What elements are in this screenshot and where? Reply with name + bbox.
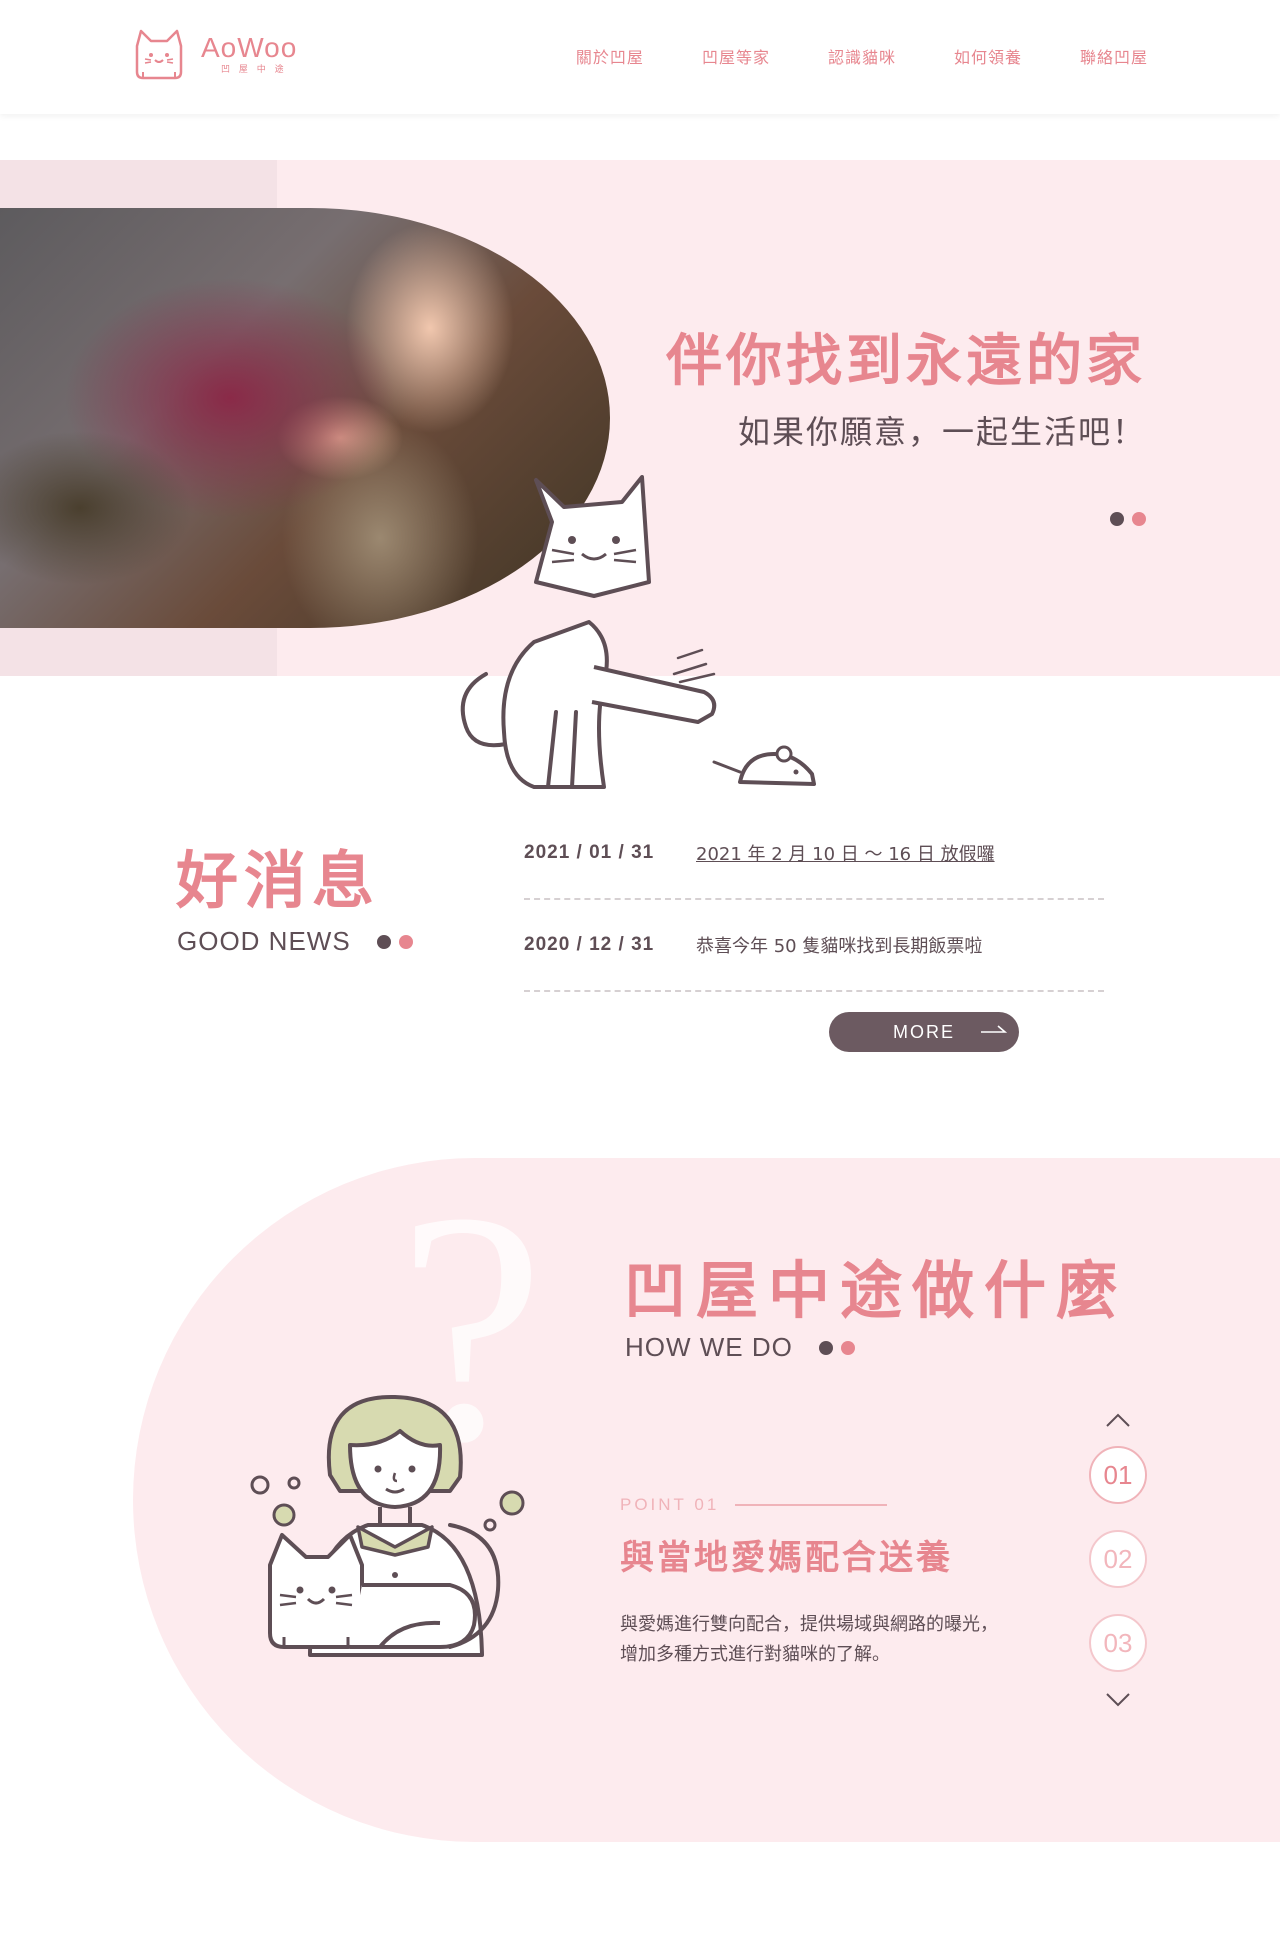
nav-how-to-adopt[interactable]: 如何領養 bbox=[954, 44, 1022, 68]
more-button-label: MORE bbox=[893, 1021, 955, 1042]
hero-subtitle: 如果你願意，一起生活吧！ bbox=[737, 413, 1146, 451]
slider-dot-1[interactable] bbox=[1110, 512, 1124, 526]
point-description: 與愛媽進行雙向配合，提供場域與網路的曝光， 增加多種方式進行對貓咪的了解。 bbox=[620, 1610, 1060, 1670]
hero-title: 伴你找到永遠的家 bbox=[666, 329, 1146, 394]
pager-item-03[interactable]: 03 bbox=[1089, 1614, 1147, 1672]
pager-item-02[interactable]: 02 bbox=[1089, 1530, 1147, 1588]
pager-item-01[interactable]: 01 bbox=[1089, 1446, 1147, 1504]
how-subtitle-row: HOW WE DO bbox=[625, 1332, 855, 1363]
news-list: 2021 / 01 / 31 2021 年 2 月 10 日 ～ 16 日 放假… bbox=[524, 808, 1104, 992]
news-item: 2020 / 12 / 31 恭喜今年 50 隻貓咪找到長期飯票啦 bbox=[524, 900, 1104, 992]
dot-dark bbox=[818, 1340, 833, 1355]
point-label-line bbox=[735, 1504, 888, 1506]
nav-waiting-cats[interactable]: 凹屋等家 bbox=[702, 44, 770, 68]
dot-dark bbox=[376, 934, 391, 949]
nav-contact[interactable]: 聯絡凹屋 bbox=[1080, 44, 1148, 68]
logo-subtitle: 凹 屋 中 途 bbox=[221, 65, 287, 75]
more-button[interactable]: MORE bbox=[829, 1012, 1019, 1052]
slider-dot-2[interactable] bbox=[1132, 512, 1146, 526]
point-desc-line-2: 增加多種方式進行對貓咪的了解。 bbox=[620, 1644, 890, 1665]
nav-about[interactable]: 關於凹屋 bbox=[576, 44, 644, 68]
point-label: POINT 01 bbox=[620, 1495, 888, 1515]
logo-name: AoWoo bbox=[201, 32, 298, 63]
cat-logo-icon bbox=[135, 29, 183, 80]
news-date: 2020 / 12 / 31 bbox=[524, 934, 655, 955]
point-label-text: POINT 01 bbox=[620, 1495, 720, 1514]
point-pager: 01 02 03 bbox=[1089, 1412, 1147, 1708]
main-nav: 關於凹屋 凹屋等家 認識貓咪 如何領養 聯絡凹屋 bbox=[576, 44, 1148, 68]
woman-with-cat-illustration bbox=[250, 1394, 525, 1657]
hero-banner: 伴你找到永遠的家 如果你願意，一起生活吧！ bbox=[0, 160, 1280, 789]
point-desc-line-1: 與愛媽進行雙向配合，提供場域與網路的曝光， bbox=[620, 1614, 998, 1635]
how-title: 凹屋中途做什麼 bbox=[624, 1254, 1129, 1327]
news-dots bbox=[376, 934, 413, 949]
news-date: 2021 / 01 / 31 bbox=[524, 842, 655, 863]
dot-pink bbox=[398, 934, 413, 949]
point-title: 與當地愛媽配合送養 bbox=[620, 1538, 953, 1578]
news-link[interactable]: 2021 年 2 月 10 日 ～ 16 日 放假囉 bbox=[696, 840, 995, 866]
hero-slider-dots bbox=[1110, 512, 1146, 526]
how-subtitle: HOW WE DO bbox=[625, 1332, 793, 1362]
news-subtitle: GOOD NEWS bbox=[177, 926, 351, 956]
logo[interactable]: AoWoo 凹 屋 中 途 bbox=[131, 28, 297, 82]
site-header: AoWoo 凹 屋 中 途 關於凹屋 凹屋等家 認識貓咪 如何領養 聯絡凹屋 bbox=[0, 0, 1280, 114]
dot-pink bbox=[840, 1340, 855, 1355]
news-link[interactable]: 恭喜今年 50 隻貓咪找到長期飯票啦 bbox=[696, 932, 982, 958]
chevron-down-icon[interactable] bbox=[1105, 1692, 1131, 1708]
chevron-up-icon[interactable] bbox=[1105, 1412, 1131, 1428]
news-item: 2021 / 01 / 31 2021 年 2 月 10 日 ～ 16 日 放假… bbox=[524, 808, 1104, 900]
nav-know-cats[interactable]: 認識貓咪 bbox=[828, 44, 896, 68]
how-dots bbox=[818, 1340, 855, 1355]
news-subtitle-row: GOOD NEWS bbox=[177, 926, 413, 957]
arrow-right-icon bbox=[981, 1025, 1007, 1033]
news-title: 好消息 bbox=[176, 844, 381, 917]
